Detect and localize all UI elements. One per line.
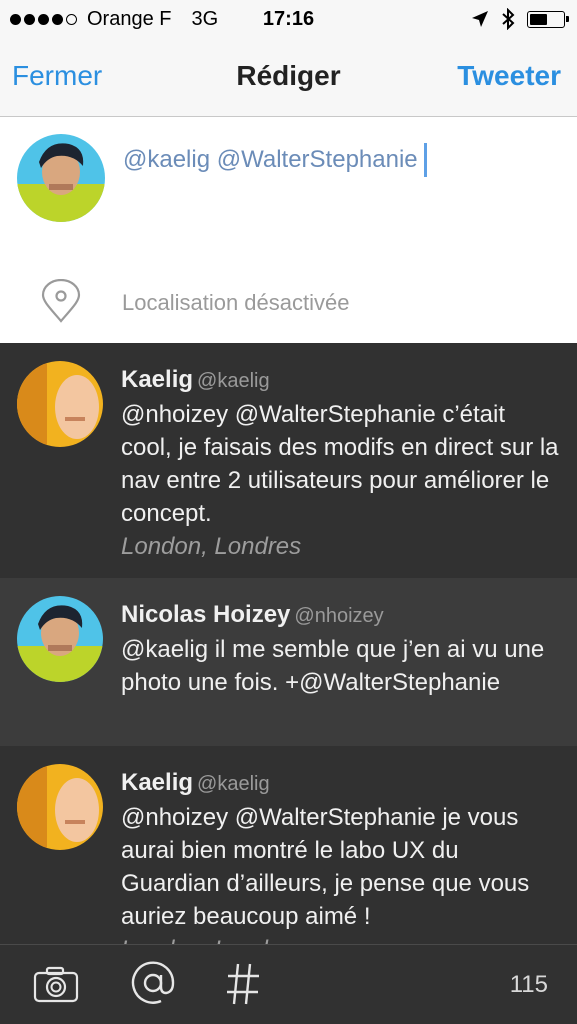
tweet-item[interactable]: Kaelig @kaelig @nhoizey @WalterStephanie …: [0, 746, 577, 944]
location-status: Localisation désactivée: [122, 290, 350, 315]
author-name: Kaelig: [121, 366, 194, 393]
hashtag-icon[interactable]: [225, 962, 261, 1006]
author-name: Kaelig: [121, 769, 194, 796]
tweet-text: @kaelig il me semble que j’en ai vu une …: [121, 636, 545, 696]
location-toggle[interactable]: Localisation désactivée: [0, 275, 577, 335]
author-name: Nicolas Hoizey: [121, 601, 291, 628]
bluetooth-icon: [502, 8, 515, 30]
text-cursor: [423, 143, 427, 177]
author-handle: @nhoizey: [294, 605, 384, 627]
tweet-location: London, Londres: [121, 533, 302, 560]
tweet-item[interactable]: Nicolas Hoizey @nhoizey @kaelig il me sem…: [0, 578, 577, 746]
at-icon[interactable]: [131, 961, 175, 1005]
navigation-bar: Fermer Rédiger Tweeter: [0, 40, 577, 117]
avatar: [17, 764, 103, 850]
compose-toolbar: 115: [0, 944, 577, 1024]
location-arrow-icon: [472, 11, 488, 27]
author-handle: @kaelig: [197, 773, 270, 795]
location-pin-icon: [41, 279, 81, 323]
tweet-text-input[interactable]: @kaelig @WalterStephanie: [123, 143, 427, 177]
tweet-item[interactable]: Kaelig @kaelig @nhoizey @WalterStephanie …: [0, 343, 577, 578]
camera-icon[interactable]: [33, 965, 79, 1003]
battery-icon: [527, 10, 569, 28]
author-handle: @kaelig: [197, 370, 270, 392]
status-right: [471, 8, 569, 30]
avatar: [17, 134, 105, 222]
tweet-text: @nhoizey @WalterStephanie c’était cool, …: [121, 401, 559, 527]
tweet-location: London, Londres: [121, 933, 561, 944]
compose-area: @kaelig @WalterStephanie Localisation dé…: [0, 117, 577, 343]
avatar: [17, 361, 103, 447]
tweet-button[interactable]: Tweeter: [457, 60, 561, 92]
tweet-text: @nhoizey @WalterStephanie je vous aurai …: [121, 804, 530, 930]
character-count: 115: [509, 971, 548, 998]
avatar: [17, 596, 103, 682]
status-bar: Orange F 3G 17:16: [0, 0, 577, 40]
tweet-text: @kaelig @WalterStephanie: [123, 146, 418, 173]
